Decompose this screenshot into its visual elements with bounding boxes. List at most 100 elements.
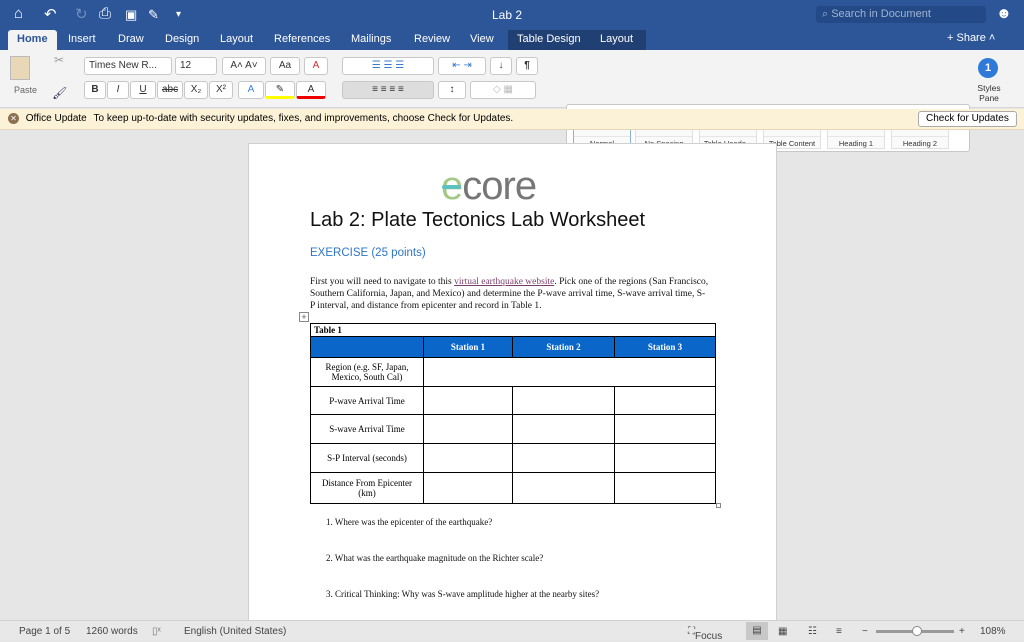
proofing-icon[interactable]: ▯ˣ bbox=[152, 626, 161, 637]
edit-icon[interactable]: ✎ bbox=[148, 7, 159, 23]
print-layout-icon[interactable]: ▤ bbox=[746, 622, 768, 640]
tab-table-design[interactable]: Table Design bbox=[508, 30, 591, 50]
clear-formatting-icon[interactable]: A bbox=[304, 57, 328, 75]
table-caption: Table 1 bbox=[310, 323, 716, 337]
document-page[interactable]: ecore Lab 2: Plate Tectonics Lab Workshe… bbox=[248, 143, 777, 623]
tab-view[interactable]: View bbox=[461, 30, 503, 50]
share-button[interactable]: + Share ˄ bbox=[947, 32, 995, 44]
close-icon[interactable]: ✕ bbox=[8, 113, 19, 124]
tab-layout[interactable]: Layout bbox=[211, 30, 262, 50]
row-label: P-wave Arrival Time bbox=[310, 386, 424, 415]
font-size-select[interactable]: 12 bbox=[175, 57, 217, 75]
tab-draw[interactable]: Draw bbox=[109, 30, 153, 50]
tab-table-layout[interactable]: Layout bbox=[591, 30, 646, 50]
font-name-select[interactable]: Times New R... bbox=[84, 57, 172, 75]
tab-design[interactable]: Design bbox=[156, 30, 208, 50]
indent-buttons[interactable]: ⇤ ⇥ bbox=[438, 57, 486, 75]
customize-icon[interactable]: ▾ bbox=[176, 9, 181, 20]
style-name: Heading 1 bbox=[828, 136, 884, 148]
update-bar: ✕ Office Update To keep up-to-date with … bbox=[0, 109, 1024, 130]
focus-button[interactable]: ⛶ Focus bbox=[688, 626, 722, 642]
outline-icon[interactable]: ☷ bbox=[808, 626, 817, 637]
font-color-button[interactable]: A bbox=[296, 81, 326, 99]
table-1: Table 1 Station 1 Station 2 Station 3 Regi… bbox=[310, 323, 716, 504]
zoom-out-button[interactable]: − bbox=[862, 626, 868, 637]
print-icon[interactable]: ⎙ bbox=[99, 5, 111, 22]
cut-icon[interactable]: ✂ bbox=[54, 53, 64, 67]
question-1: 1. Where was the epicenter of the earthq… bbox=[326, 517, 493, 527]
draft-icon[interactable]: ≡ bbox=[836, 626, 842, 637]
save-icon[interactable]: ▣ bbox=[125, 7, 137, 23]
font-name: Times New R... bbox=[89, 60, 157, 71]
styles-pane-icon[interactable]: 1 bbox=[978, 58, 998, 78]
para-text: First you will need to navigate to this bbox=[310, 277, 455, 287]
tab-references[interactable]: References bbox=[265, 30, 339, 50]
table-cell[interactable] bbox=[423, 386, 513, 415]
tab-review[interactable]: Review bbox=[405, 30, 459, 50]
table-cell[interactable] bbox=[423, 472, 513, 504]
table-cell[interactable] bbox=[423, 414, 513, 444]
search-input[interactable]: ⌕ Search in Document bbox=[816, 6, 986, 23]
row-label: Region (e.g. SF, Japan, Mexico, South Ca… bbox=[310, 357, 424, 387]
text-effects-button[interactable]: A bbox=[238, 81, 264, 99]
zoom-in-button[interactable]: + bbox=[959, 626, 965, 637]
table-cell[interactable] bbox=[512, 386, 615, 415]
language[interactable]: English (United States) bbox=[184, 626, 286, 637]
header-station-3: Station 3 bbox=[614, 336, 716, 358]
question-2: 2. What was the earthquake magnitude on … bbox=[326, 553, 544, 563]
shading-borders-buttons[interactable]: ◇ ▦ bbox=[470, 81, 536, 99]
check-for-updates-button[interactable]: Check for Updates bbox=[918, 111, 1017, 127]
alignment-buttons[interactable]: ≡ ≡ ≡ ≡ bbox=[342, 81, 434, 99]
table-cell[interactable] bbox=[512, 443, 615, 473]
superscript-button[interactable]: X² bbox=[209, 81, 233, 99]
table-move-handle[interactable]: + bbox=[299, 312, 309, 322]
table-resize-handle[interactable] bbox=[716, 503, 721, 508]
focus-label: Focus bbox=[695, 631, 723, 642]
bold-button[interactable]: B bbox=[84, 81, 106, 99]
table-cell[interactable] bbox=[614, 472, 716, 504]
italic-button[interactable]: I bbox=[107, 81, 129, 99]
underline-button[interactable]: U bbox=[130, 81, 156, 99]
table-cell[interactable] bbox=[512, 472, 615, 504]
page-count[interactable]: Page 1 of 5 bbox=[19, 626, 70, 637]
change-case-button[interactable]: Aa bbox=[270, 57, 300, 75]
table-cell[interactable] bbox=[614, 386, 716, 415]
table-cell[interactable] bbox=[423, 443, 513, 473]
highlight-button[interactable]: ✎ bbox=[265, 81, 295, 99]
table-cell[interactable] bbox=[614, 443, 716, 473]
tab-home[interactable]: Home bbox=[8, 30, 57, 50]
format-painter-icon[interactable]: 🖌 bbox=[52, 86, 67, 100]
grow-shrink-font-button[interactable]: A˄ A˅ bbox=[222, 57, 266, 75]
list-buttons[interactable]: ☰ ☰ ☰ bbox=[342, 57, 434, 75]
row-label: S-P Interval (seconds) bbox=[310, 443, 424, 473]
zoom-slider[interactable] bbox=[876, 626, 954, 636]
header-station-1: Station 1 bbox=[423, 336, 513, 358]
row-label: Distance From Epicenter (km) bbox=[310, 472, 424, 504]
strikethrough-button[interactable]: abc bbox=[157, 81, 183, 99]
line-spacing-button[interactable]: ↕ bbox=[438, 81, 466, 99]
update-message: To keep up-to-date with security updates… bbox=[93, 113, 514, 125]
home-icon[interactable]: ⌂ bbox=[14, 5, 23, 22]
styles-pane-label[interactable]: Styles Pane bbox=[972, 83, 1006, 103]
paste-label: Paste bbox=[14, 85, 38, 95]
subscript-button[interactable]: X₂ bbox=[184, 81, 208, 99]
table-cell[interactable] bbox=[614, 414, 716, 444]
virtual-earthquake-link[interactable]: virtual earthquake website bbox=[454, 277, 554, 287]
show-formatting-icon[interactable]: ¶ bbox=[516, 57, 538, 75]
update-title: Office Update bbox=[25, 113, 87, 125]
redo-icon[interactable]: ↻ bbox=[75, 5, 88, 23]
zoom-level[interactable]: 108% bbox=[980, 626, 1006, 637]
table-cell[interactable] bbox=[423, 357, 716, 387]
sort-button[interactable]: ↓ bbox=[490, 57, 512, 75]
paste-icon[interactable] bbox=[10, 56, 30, 80]
table-cell[interactable] bbox=[512, 414, 615, 444]
web-layout-icon[interactable]: ▦ bbox=[778, 626, 787, 637]
word-count[interactable]: 1260 words bbox=[86, 626, 138, 637]
undo-icon[interactable]: ↶ bbox=[44, 5, 57, 23]
header-station-2: Station 2 bbox=[512, 336, 615, 358]
zoom-slider-knob[interactable] bbox=[911, 626, 922, 636]
tab-insert[interactable]: Insert bbox=[59, 30, 105, 50]
style-name: Heading 2 bbox=[892, 136, 948, 148]
tab-mailings[interactable]: Mailings bbox=[342, 30, 400, 50]
feedback-icon[interactable]: ☻ bbox=[996, 5, 1012, 22]
